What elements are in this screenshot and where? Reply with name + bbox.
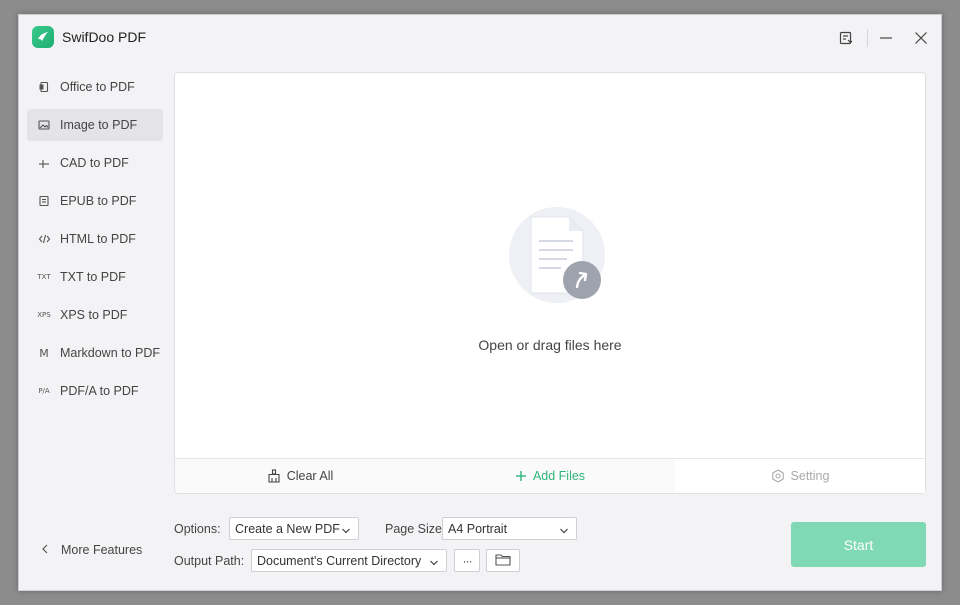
sidebar-item-label: HTML to PDF bbox=[60, 232, 136, 246]
office-icon bbox=[37, 80, 51, 94]
page-size-label: Page Size: bbox=[385, 522, 446, 536]
gear-icon bbox=[771, 469, 785, 483]
add-files-label: Add Files bbox=[532, 469, 586, 483]
pdfa-icon: P/A bbox=[38, 387, 50, 395]
options-select[interactable]: Create a New PDF bbox=[229, 517, 359, 540]
browse-folder-button[interactable] bbox=[486, 549, 520, 572]
clear-all-label: Clear All bbox=[286, 469, 334, 483]
more-options-button[interactable]: ··· bbox=[454, 549, 480, 572]
app-logo-icon bbox=[32, 26, 54, 48]
file-action-bar: Clear All Add Files Setting bbox=[175, 458, 925, 493]
sidebar-item-html-to-pdf[interactable]: HTML to PDF bbox=[27, 223, 163, 255]
sidebar-item-xps-to-pdf[interactable]: XPS XPS to PDF bbox=[27, 299, 163, 331]
chevron-down-icon bbox=[429, 556, 439, 570]
output-path-value: Document's Current Directory bbox=[257, 553, 422, 568]
app-title: SwifDoo PDF bbox=[62, 29, 147, 45]
sidebar-item-markdown-to-pdf[interactable]: M Markdown to PDF bbox=[27, 337, 163, 369]
feedback-icon[interactable] bbox=[835, 27, 857, 49]
more-options-icon: ··· bbox=[462, 553, 473, 568]
more-features-label: More Features bbox=[61, 543, 143, 557]
sidebar-item-pdfa-to-pdf[interactable]: P/A PDF/A to PDF bbox=[27, 375, 163, 407]
title-bar: SwifDoo PDF bbox=[19, 15, 941, 61]
document-upload-icon bbox=[507, 205, 607, 305]
more-features-link[interactable]: More Features bbox=[41, 543, 142, 557]
image-icon bbox=[37, 118, 51, 132]
file-drop-area[interactable]: Open or drag files here Clear All Add Fi… bbox=[174, 72, 926, 494]
close-icon[interactable] bbox=[910, 27, 932, 49]
epub-icon bbox=[37, 194, 51, 208]
sidebar-item-label: XPS to PDF bbox=[60, 308, 128, 322]
chevron-down-icon bbox=[559, 524, 569, 538]
html-icon bbox=[37, 232, 51, 246]
txt-icon: TXT bbox=[37, 273, 51, 281]
setting-button[interactable]: Setting bbox=[675, 459, 925, 493]
page-size-value: A4 Portrait bbox=[448, 521, 508, 536]
page-size-select[interactable]: A4 Portrait bbox=[442, 517, 577, 540]
sidebar-item-cad-to-pdf[interactable]: CAD to PDF bbox=[27, 147, 163, 179]
output-path-select[interactable]: Document's Current Directory bbox=[251, 549, 447, 572]
start-button[interactable]: Start bbox=[791, 522, 926, 567]
chevron-down-icon bbox=[341, 524, 351, 538]
sidebar-item-label: Markdown to PDF bbox=[60, 346, 161, 360]
clear-all-button[interactable]: Clear All bbox=[175, 459, 425, 493]
sidebar-item-label: CAD to PDF bbox=[60, 156, 129, 170]
sidebar-item-image-to-pdf[interactable]: Image to PDF bbox=[27, 109, 163, 141]
minimize-icon[interactable] bbox=[875, 27, 897, 49]
setting-label: Setting bbox=[790, 469, 830, 483]
sidebar-item-label: Office to PDF bbox=[60, 80, 135, 94]
options-label: Options: bbox=[174, 522, 221, 536]
plus-icon bbox=[515, 470, 527, 482]
sidebar: Office to PDF Image to PDF CAD to PDF EP… bbox=[27, 71, 163, 413]
sidebar-item-label: PDF/A to PDF bbox=[60, 384, 139, 398]
chevron-left-icon bbox=[41, 543, 49, 557]
xps-icon: XPS bbox=[37, 311, 51, 319]
sidebar-item-office-to-pdf[interactable]: Office to PDF bbox=[27, 71, 163, 103]
markdown-icon: M bbox=[39, 346, 49, 360]
title-separator bbox=[867, 29, 868, 47]
sidebar-item-txt-to-pdf[interactable]: TXT TXT to PDF bbox=[27, 261, 163, 293]
add-files-button[interactable]: Add Files bbox=[425, 459, 675, 493]
sidebar-item-label: Image to PDF bbox=[60, 118, 138, 132]
output-path-label: Output Path: bbox=[174, 554, 245, 568]
app-window: SwifDoo PDF Office to PDF Image to PDF C… bbox=[18, 14, 942, 591]
folder-icon bbox=[495, 553, 511, 569]
sidebar-item-epub-to-pdf[interactable]: EPUB to PDF bbox=[27, 185, 163, 217]
cad-icon bbox=[37, 156, 51, 170]
sidebar-item-label: TXT to PDF bbox=[60, 270, 126, 284]
sidebar-item-label: EPUB to PDF bbox=[60, 194, 137, 208]
drop-hint-text: Open or drag files here bbox=[478, 337, 622, 353]
options-value: Create a New PDF bbox=[235, 521, 340, 536]
broom-icon bbox=[267, 469, 281, 483]
